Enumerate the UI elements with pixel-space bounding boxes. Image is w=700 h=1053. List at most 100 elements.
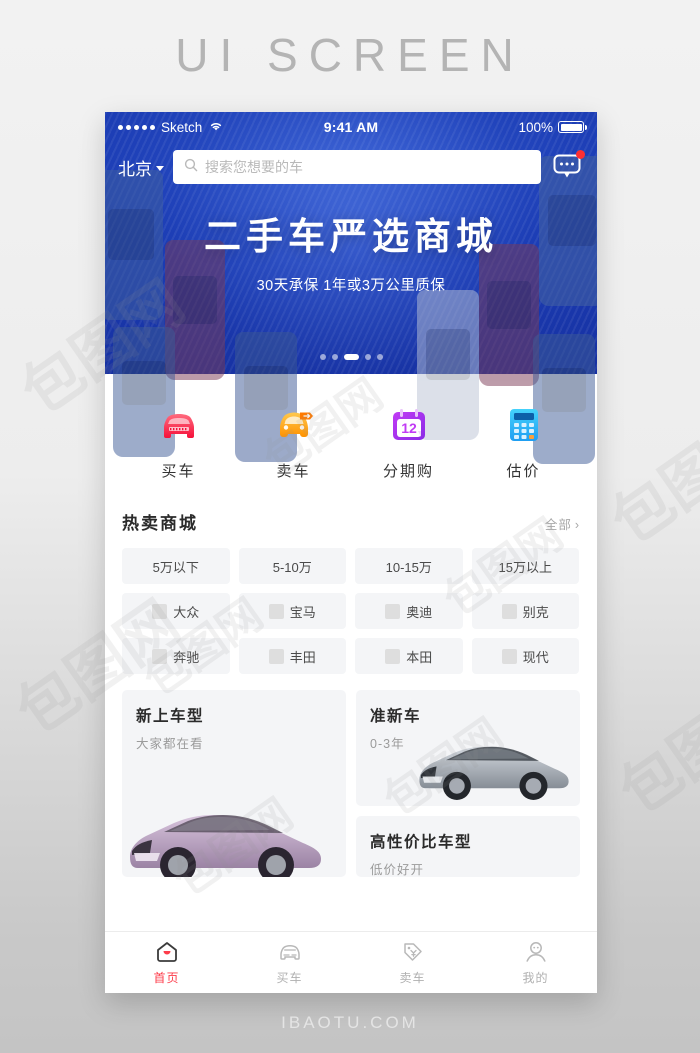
brand-logo-icon bbox=[152, 603, 168, 619]
section-more-button[interactable]: 全部 › bbox=[545, 514, 580, 533]
decorative-car bbox=[479, 244, 539, 386]
price-tag-icon bbox=[351, 940, 474, 965]
brand-logo-icon bbox=[152, 648, 168, 664]
search-input[interactable]: 搜索您想要的车 bbox=[173, 150, 541, 184]
brand-chip[interactable]: 丰田 bbox=[238, 638, 346, 674]
card-nearly-new[interactable]: 准新车 0-3年 bbox=[356, 690, 580, 806]
brand-chip[interactable]: 大众 bbox=[122, 593, 230, 629]
brand-logo-icon bbox=[268, 603, 284, 619]
site-footer: IBAOTU.COM bbox=[281, 1013, 419, 1032]
brand-filter-chips: 大众 宝马 奥迪 别克 奔驰 丰田 本田 现代 bbox=[105, 584, 597, 674]
brand-logo-icon bbox=[268, 648, 284, 664]
signal-dots-icon bbox=[118, 124, 155, 130]
section-more-label: 全部 bbox=[544, 518, 572, 532]
brand-chip[interactable]: 本田 bbox=[355, 638, 463, 674]
brand-logo-icon bbox=[501, 603, 517, 619]
watermark: 包图网 bbox=[607, 668, 700, 827]
section-header: 热卖商城 全部 › bbox=[105, 503, 597, 534]
card-title: 新上车型 bbox=[136, 708, 205, 725]
bottom-tab-bar: 首页 买车 卖车 我的 bbox=[105, 931, 597, 993]
chip-label: 15万以上 bbox=[498, 559, 552, 575]
price-filter-chips: 5万以下 5-10万 10-15万 15万以上 bbox=[105, 534, 597, 584]
chip-label: 丰田 bbox=[289, 649, 316, 665]
calculator-icon bbox=[500, 400, 548, 448]
battery-icon bbox=[558, 121, 588, 133]
car-photo-silver bbox=[419, 746, 569, 800]
carousel-dot[interactable] bbox=[319, 354, 326, 360]
tab-buy-car[interactable]: 买车 bbox=[228, 940, 351, 986]
brand-logo-icon bbox=[385, 648, 401, 664]
chevron-right-icon: › bbox=[574, 518, 580, 532]
car-photo-purple bbox=[130, 815, 321, 877]
card-subtitle: 大家都在看 bbox=[136, 737, 204, 751]
car-front-red-icon bbox=[155, 400, 203, 448]
search-placeholder: 搜索您想要的车 bbox=[205, 159, 303, 175]
carrier-label: Sketch bbox=[161, 119, 203, 135]
city-selector[interactable]: 北京 bbox=[118, 155, 164, 180]
cards-left-column: 新上车型 大家都在看 bbox=[122, 690, 346, 877]
carousel-dot[interactable] bbox=[331, 354, 338, 360]
chip-label: 现代 bbox=[522, 649, 549, 665]
quick-action-label: 买车 bbox=[161, 463, 196, 480]
search-row: 北京 搜索您想要的车 bbox=[105, 142, 597, 184]
hero-title: 二手车严选商城 bbox=[204, 216, 498, 257]
car-tag-orange-icon bbox=[270, 400, 318, 448]
card-title: 准新车 bbox=[370, 708, 422, 725]
brand-chip[interactable]: 奔驰 bbox=[122, 638, 230, 674]
chip-label: 宝马 bbox=[289, 604, 316, 620]
brand-logo-icon bbox=[501, 648, 517, 664]
tab-home[interactable]: 首页 bbox=[105, 940, 228, 986]
chip-label: 奔驰 bbox=[173, 649, 200, 665]
search-icon bbox=[184, 158, 198, 177]
brand-logo-icon bbox=[385, 603, 401, 619]
tab-profile[interactable]: 我的 bbox=[474, 940, 597, 986]
message-button[interactable] bbox=[550, 150, 585, 182]
chip-label: 5-10万 bbox=[272, 559, 312, 575]
brand-chip[interactable]: 现代 bbox=[471, 638, 579, 674]
hero-banner[interactable]: Sketch 9:41 AM 100% 北京 搜索您想要的车 二手车严选商城 3… bbox=[105, 112, 597, 464]
home-icon bbox=[105, 940, 228, 965]
card-new-arrival[interactable]: 新上车型 大家都在看 bbox=[122, 690, 346, 877]
quick-actions: 买车 卖车 12 分期购 估价 bbox=[105, 374, 597, 503]
chip-label: 5万以下 bbox=[152, 559, 199, 575]
tab-sell-car[interactable]: 卖车 bbox=[351, 940, 474, 986]
chip-label: 本田 bbox=[406, 649, 433, 665]
user-icon bbox=[474, 940, 597, 965]
price-chip[interactable]: 10-15万 bbox=[355, 548, 463, 584]
quick-action-label: 卖车 bbox=[276, 463, 311, 480]
chip-label: 大众 bbox=[173, 604, 200, 620]
status-bar: Sketch 9:41 AM 100% bbox=[105, 112, 597, 142]
calendar-12-icon: 12 bbox=[385, 400, 433, 448]
page-title: UI SCREEN bbox=[175, 29, 525, 81]
brand-chip[interactable]: 别克 bbox=[471, 593, 579, 629]
car-category-cards: 新上车型 大家都在看 准新车 0-3年 高性价比车型 低价好开 bbox=[105, 674, 597, 877]
price-chip[interactable]: 5-10万 bbox=[238, 548, 346, 584]
quick-action-label: 分期购 bbox=[382, 463, 434, 480]
unread-badge bbox=[576, 150, 585, 159]
wifi-icon bbox=[208, 120, 224, 134]
tab-label: 买车 bbox=[276, 970, 303, 985]
tab-label: 卖车 bbox=[399, 970, 426, 985]
tab-label: 首页 bbox=[153, 970, 180, 985]
brand-chip[interactable]: 宝马 bbox=[238, 593, 346, 629]
card-subtitle: 低价好开 bbox=[370, 863, 425, 877]
card-value-for-money[interactable]: 高性价比车型 低价好开 bbox=[356, 816, 580, 877]
carousel-dots[interactable] bbox=[105, 354, 597, 360]
carousel-dot-active[interactable] bbox=[343, 354, 359, 360]
status-left: Sketch bbox=[118, 120, 324, 135]
price-chip[interactable]: 15万以上 bbox=[471, 548, 579, 584]
price-chip[interactable]: 5万以下 bbox=[122, 548, 230, 584]
card-title: 高性价比车型 bbox=[370, 834, 473, 851]
brand-chip[interactable]: 奥迪 bbox=[355, 593, 463, 629]
watermark: 包图网 bbox=[599, 398, 700, 557]
hero-subtitle: 30天承保 1年或3万公里质保 bbox=[256, 278, 446, 294]
chip-label: 奥迪 bbox=[406, 604, 433, 620]
chip-label: 别克 bbox=[522, 604, 549, 620]
section-title: 热卖商城 bbox=[122, 514, 198, 533]
city-label: 北京 bbox=[118, 159, 152, 179]
cards-right-column: 准新车 0-3年 高性价比车型 低价好开 bbox=[356, 690, 580, 877]
carousel-dot[interactable] bbox=[364, 354, 371, 360]
tab-label: 我的 bbox=[522, 970, 549, 985]
status-right: 100% bbox=[378, 120, 588, 135]
carousel-dot[interactable] bbox=[376, 354, 383, 360]
